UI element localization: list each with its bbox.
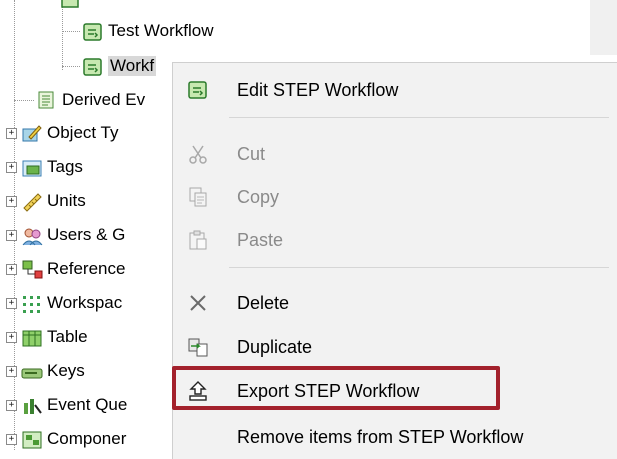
menu-separator bbox=[229, 267, 609, 268]
tree-item-label: Workf bbox=[108, 56, 157, 76]
scissors-icon bbox=[187, 143, 209, 165]
tree-connector bbox=[62, 66, 80, 67]
menu-item-label: Edit STEP Workflow bbox=[237, 79, 399, 100]
expand-icon[interactable]: + bbox=[6, 297, 17, 309]
users-icon bbox=[21, 225, 43, 246]
menu-item-label: Duplicate bbox=[237, 336, 313, 357]
workflow-icon bbox=[82, 56, 102, 76]
tree-item-label: Reference bbox=[47, 259, 126, 278]
menu-item-paste[interactable]: Paste bbox=[173, 223, 617, 257]
workspace-grid-icon bbox=[21, 293, 41, 313]
menu-item-label: Remove items from STEP Workflow bbox=[237, 426, 524, 447]
object-types-icon bbox=[21, 123, 42, 143]
tree-item-workspaces[interactable]: + Workspac bbox=[6, 290, 122, 316]
tree-item-label: Units bbox=[47, 191, 86, 210]
tree-item-event-queues[interactable]: + Event Que bbox=[6, 392, 127, 418]
menu-item-label: Copy bbox=[237, 186, 280, 207]
tree-item-users-groups[interactable]: + Users & G bbox=[6, 222, 125, 248]
tree-item-derived-events[interactable]: Derived Ev bbox=[36, 87, 145, 113]
scroll-area bbox=[590, 0, 617, 55]
expand-icon[interactable]: + bbox=[6, 161, 17, 173]
expand-icon[interactable]: + bbox=[6, 331, 17, 343]
tree-item-label: Keys bbox=[47, 361, 85, 380]
list-icon bbox=[36, 90, 56, 110]
tree-item-references[interactable]: + Reference bbox=[6, 256, 125, 282]
menu-item-label: Delete bbox=[237, 292, 290, 313]
tree-item-table[interactable]: + Table bbox=[6, 324, 88, 350]
tree-item-label: Object Ty bbox=[47, 123, 119, 142]
reference-icon bbox=[21, 259, 43, 279]
tree-item-tags[interactable]: + Tags bbox=[6, 154, 83, 180]
workflow-icon bbox=[60, 0, 80, 9]
keys-icon bbox=[21, 361, 43, 381]
tree-item-keys[interactable]: + Keys bbox=[6, 358, 85, 384]
tree-item-label: Test Workflow bbox=[108, 21, 214, 40]
menu-item-delete[interactable]: Delete bbox=[173, 286, 617, 320]
menu-item-copy[interactable]: Copy bbox=[173, 180, 617, 214]
expand-icon[interactable]: + bbox=[6, 433, 17, 445]
tree-item-test-workflow[interactable]: Test Workflow bbox=[82, 18, 214, 44]
tree-item-label: Workspac bbox=[47, 293, 123, 312]
tree-item-workflow-selected[interactable]: Workf bbox=[82, 53, 157, 79]
tree-item-components[interactable]: + Componer bbox=[6, 426, 126, 452]
menu-item-label: Cut bbox=[237, 143, 266, 164]
menu-item-edit-step-workflow[interactable]: Edit STEP Workflow bbox=[173, 73, 617, 107]
delete-x-icon bbox=[187, 292, 209, 314]
tree-item-units[interactable]: + Units bbox=[6, 188, 86, 214]
paste-icon bbox=[187, 229, 209, 251]
tree-item-label: Componer bbox=[47, 429, 127, 448]
expand-icon[interactable]: + bbox=[6, 399, 17, 411]
ruler-icon bbox=[21, 191, 42, 212]
event-queue-icon bbox=[21, 395, 42, 415]
menu-item-remove-items[interactable]: Remove items from STEP Workflow bbox=[173, 420, 617, 454]
workflow-icon bbox=[187, 79, 209, 101]
tree-item-label: Derived Ev bbox=[62, 90, 146, 109]
tree-item-label: Event Que bbox=[47, 395, 128, 414]
highlight-annotation-box bbox=[172, 366, 500, 410]
table-icon bbox=[21, 327, 42, 347]
menu-item-duplicate[interactable]: Duplicate bbox=[173, 330, 617, 364]
tags-icon bbox=[21, 157, 42, 177]
tree-item-object-types[interactable]: + Object Ty bbox=[6, 120, 119, 146]
tree-item-label: Tags bbox=[47, 157, 83, 176]
components-icon bbox=[21, 429, 42, 449]
expand-icon[interactable]: + bbox=[6, 365, 17, 377]
duplicate-icon bbox=[187, 336, 209, 358]
expand-icon[interactable]: + bbox=[6, 195, 17, 207]
expand-icon[interactable]: + bbox=[6, 127, 17, 139]
menu-item-cut[interactable]: Cut bbox=[173, 137, 617, 171]
menu-item-label: Paste bbox=[237, 229, 284, 250]
tree-item-label: Users & G bbox=[47, 225, 126, 244]
tree-item-label: Table bbox=[47, 327, 88, 346]
tree-item-partial bbox=[60, 0, 80, 12]
expand-icon[interactable]: + bbox=[6, 263, 17, 275]
expand-icon[interactable]: + bbox=[6, 229, 17, 241]
menu-separator bbox=[229, 117, 609, 118]
workflow-icon bbox=[82, 21, 102, 41]
tree-connector bbox=[62, 31, 80, 32]
copy-icon bbox=[187, 186, 209, 208]
tree-connector bbox=[14, 100, 34, 101]
